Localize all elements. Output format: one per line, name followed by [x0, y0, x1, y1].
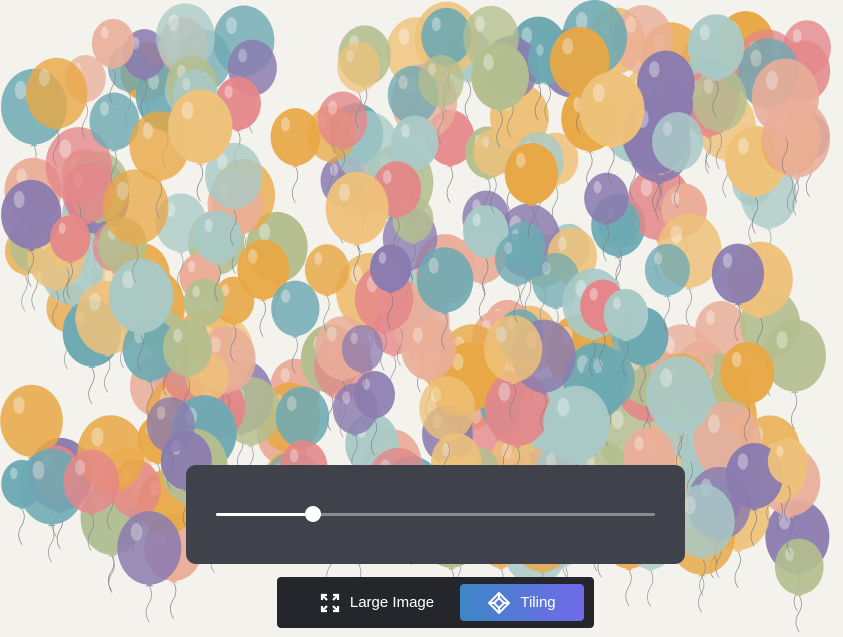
balloon: [117, 511, 182, 623]
slider-fill: [216, 513, 313, 516]
expand-icon: [320, 593, 340, 613]
tiling-label: Tiling: [520, 594, 556, 611]
zoom-panel: [186, 465, 685, 564]
large-image-button[interactable]: Large Image: [307, 584, 447, 621]
zoom-slider[interactable]: [216, 506, 655, 522]
tiling-icon: [488, 591, 511, 614]
tiling-button[interactable]: Tiling: [460, 584, 584, 621]
balloon: [774, 538, 824, 633]
view-mode-toolbar: Large Image Tiling: [277, 577, 594, 628]
large-image-label: Large Image: [349, 594, 435, 611]
slider-thumb[interactable]: [304, 506, 321, 522]
